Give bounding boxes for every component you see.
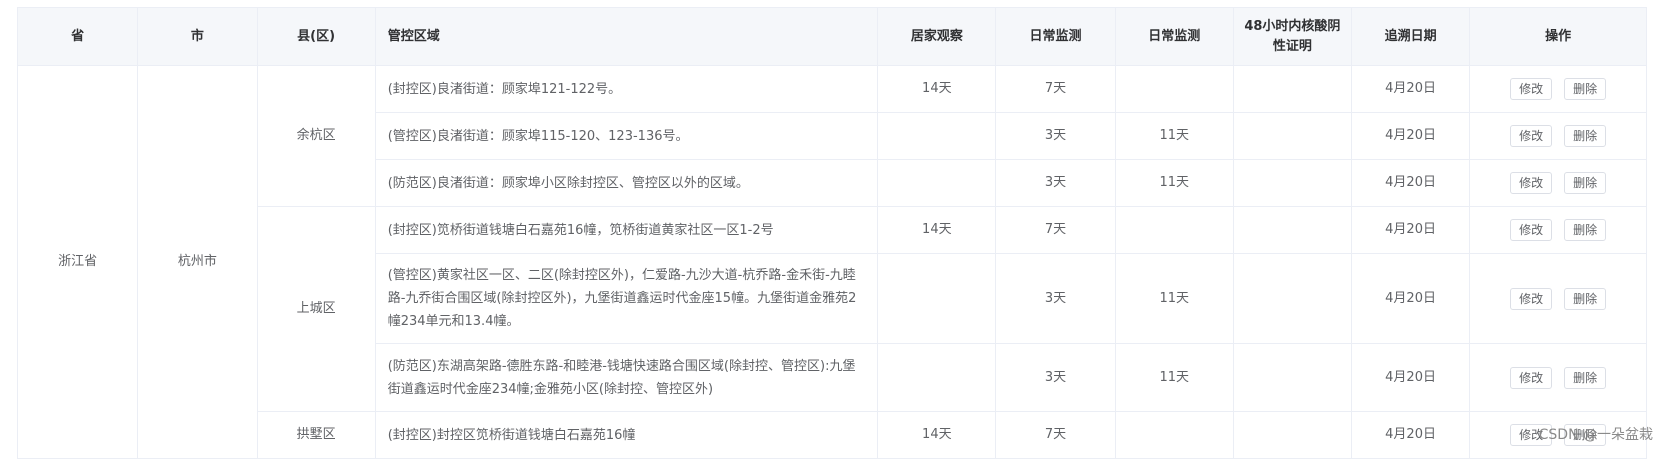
delete-button[interactable]: 删除 bbox=[1564, 172, 1607, 194]
cell-trace-date: 4月20日 bbox=[1350, 411, 1471, 459]
cell-daily-monitoring-1: 7天 bbox=[995, 65, 1116, 113]
header-city: 市 bbox=[137, 7, 258, 66]
delete-button[interactable]: 删除 bbox=[1564, 366, 1607, 389]
cell-trace-date: 4月20日 bbox=[1350, 253, 1471, 344]
cell-area: (封控区)良渚街道：顾家埠121-122号。 bbox=[374, 65, 879, 113]
delete-button[interactable]: 删除 bbox=[1564, 287, 1607, 310]
header-trace-date: 追溯日期 bbox=[1350, 7, 1471, 66]
cell-home-observation bbox=[877, 112, 997, 160]
table-row: 浙江省 杭州市 余杭区 (封控区)良渚街道：顾家埠121-122号。 14天 7… bbox=[16, 65, 1647, 459]
cell-city: 杭州市 bbox=[137, 65, 258, 459]
cell-home-observation: 14天 bbox=[877, 65, 997, 113]
header-province: 省 bbox=[16, 7, 139, 66]
cell-area: (防范区)东湖高架路-德胜东路-和睦港-钱塘快速路合围区域(除封控、管控区):九… bbox=[374, 343, 879, 412]
cell-daily-monitoring-1: 3天 bbox=[995, 253, 1116, 344]
edit-button[interactable]: 修改 bbox=[1510, 172, 1553, 194]
header-daily-monitoring-1: 日常监测 bbox=[995, 7, 1116, 66]
cell-daily-monitoring-2 bbox=[1114, 206, 1234, 254]
cell-daily-monitoring-2: 11天 bbox=[1114, 253, 1234, 344]
cell-daily-monitoring-1: 7天 bbox=[995, 206, 1116, 254]
cell-nucleic-proof bbox=[1232, 343, 1352, 412]
cell-nucleic-proof bbox=[1232, 112, 1352, 160]
edit-button[interactable]: 修改 bbox=[1510, 287, 1553, 310]
table-header-row: 省 市 县(区) 管控区域 居家观察 日常监测 日常监测 48小时内核酸阴性证明… bbox=[16, 7, 1647, 66]
cell-home-observation: 14天 bbox=[877, 411, 997, 459]
header-county: 县(区) bbox=[256, 7, 376, 66]
cell-operations: 修改 删除 bbox=[1469, 65, 1647, 113]
header-operations: 操作 bbox=[1469, 7, 1647, 66]
cell-home-observation bbox=[877, 159, 997, 207]
cell-trace-date: 4月20日 bbox=[1350, 159, 1471, 207]
cell-nucleic-proof bbox=[1232, 253, 1352, 344]
delete-button[interactable]: 删除 bbox=[1564, 78, 1607, 100]
cell-trace-date: 4月20日 bbox=[1350, 112, 1471, 160]
header-daily-monitoring-2: 日常监测 bbox=[1114, 7, 1234, 66]
cell-province: 浙江省 bbox=[16, 65, 139, 459]
cell-county: 余杭区 bbox=[256, 65, 376, 207]
cell-nucleic-proof bbox=[1232, 159, 1352, 207]
edit-button[interactable]: 修改 bbox=[1510, 366, 1553, 389]
cell-county: 上城区 bbox=[256, 206, 376, 412]
cell-nucleic-proof bbox=[1232, 65, 1352, 113]
cell-operations: 修改 删除 bbox=[1469, 343, 1647, 412]
cell-operations: 修改 删除 bbox=[1469, 112, 1647, 160]
cell-operations: 修改 删除 bbox=[1469, 159, 1647, 207]
cell-operations: 修改 删除 bbox=[1469, 206, 1647, 254]
cell-home-observation: 14天 bbox=[877, 206, 997, 254]
cell-nucleic-proof bbox=[1232, 206, 1352, 254]
table-row: 上城区 (封控区)笕桥街道钱塘白石嘉苑16幢，笕桥街道黄家社区一区1-2号 14… bbox=[18, 206, 1647, 412]
header-home-observation: 居家观察 bbox=[877, 7, 997, 66]
cell-daily-monitoring-1: 7天 bbox=[995, 411, 1116, 459]
cell-daily-monitoring-1: 3天 bbox=[995, 343, 1116, 412]
csdn-watermark: CSDN @一朵盆栽 bbox=[1538, 427, 1653, 443]
cell-trace-date: 4月20日 bbox=[1350, 65, 1471, 113]
cell-area: (管控区)黄家社区一区、二区(除封控区外)，仁爱路-九沙大道-杭乔路-金禾街-九… bbox=[374, 253, 879, 344]
delete-button[interactable]: 删除 bbox=[1564, 219, 1607, 241]
cell-daily-monitoring-2 bbox=[1114, 411, 1234, 459]
delete-button[interactable]: 删除 bbox=[1564, 125, 1607, 147]
cell-daily-monitoring-2: 11天 bbox=[1114, 343, 1234, 412]
cell-area: (管控区)良渚街道：顾家埠115-120、123-136号。 bbox=[374, 112, 879, 160]
cell-home-observation bbox=[877, 343, 997, 412]
cell-area: (防范区)良渚街道：顾家埠小区除封控区、管控区以外的区域。 bbox=[374, 159, 879, 207]
cell-area: (封控区)封控区笕桥街道钱塘白石嘉苑16幢 bbox=[374, 411, 879, 459]
table-row: 拱墅区 (封控区)封控区笕桥街道钱塘白石嘉苑16幢 14天 7天 4月20日 修… bbox=[18, 411, 1647, 459]
edit-button[interactable]: 修改 bbox=[1510, 125, 1553, 147]
cell-daily-monitoring-2 bbox=[1114, 65, 1234, 113]
cell-daily-monitoring-1: 3天 bbox=[995, 159, 1116, 207]
cell-operations: 修改 删除 bbox=[1469, 253, 1647, 344]
cell-trace-date: 4月20日 bbox=[1350, 206, 1471, 254]
cell-nucleic-proof bbox=[1232, 411, 1352, 459]
cell-daily-monitoring-2: 11天 bbox=[1114, 159, 1234, 207]
cell-home-observation bbox=[877, 253, 997, 344]
control-area-table: 省 市 县(区) 管控区域 居家观察 日常监测 日常监测 48小时内核酸阴性证明… bbox=[16, 7, 1647, 459]
cell-trace-date: 4月20日 bbox=[1350, 343, 1471, 412]
cell-daily-monitoring-1: 3天 bbox=[995, 112, 1116, 160]
edit-button[interactable]: 修改 bbox=[1510, 219, 1553, 241]
control-area-table-container: 省 市 县(区) 管控区域 居家观察 日常监测 日常监测 48小时内核酸阴性证明… bbox=[16, 7, 1647, 459]
header-nucleic-proof: 48小时内核酸阴性证明 bbox=[1232, 7, 1352, 66]
edit-button[interactable]: 修改 bbox=[1510, 78, 1553, 100]
cell-daily-monitoring-2: 11天 bbox=[1114, 112, 1234, 160]
cell-county: 拱墅区 bbox=[256, 411, 376, 459]
cell-area: (封控区)笕桥街道钱塘白石嘉苑16幢，笕桥街道黄家社区一区1-2号 bbox=[374, 206, 879, 254]
header-area: 管控区域 bbox=[374, 7, 879, 66]
